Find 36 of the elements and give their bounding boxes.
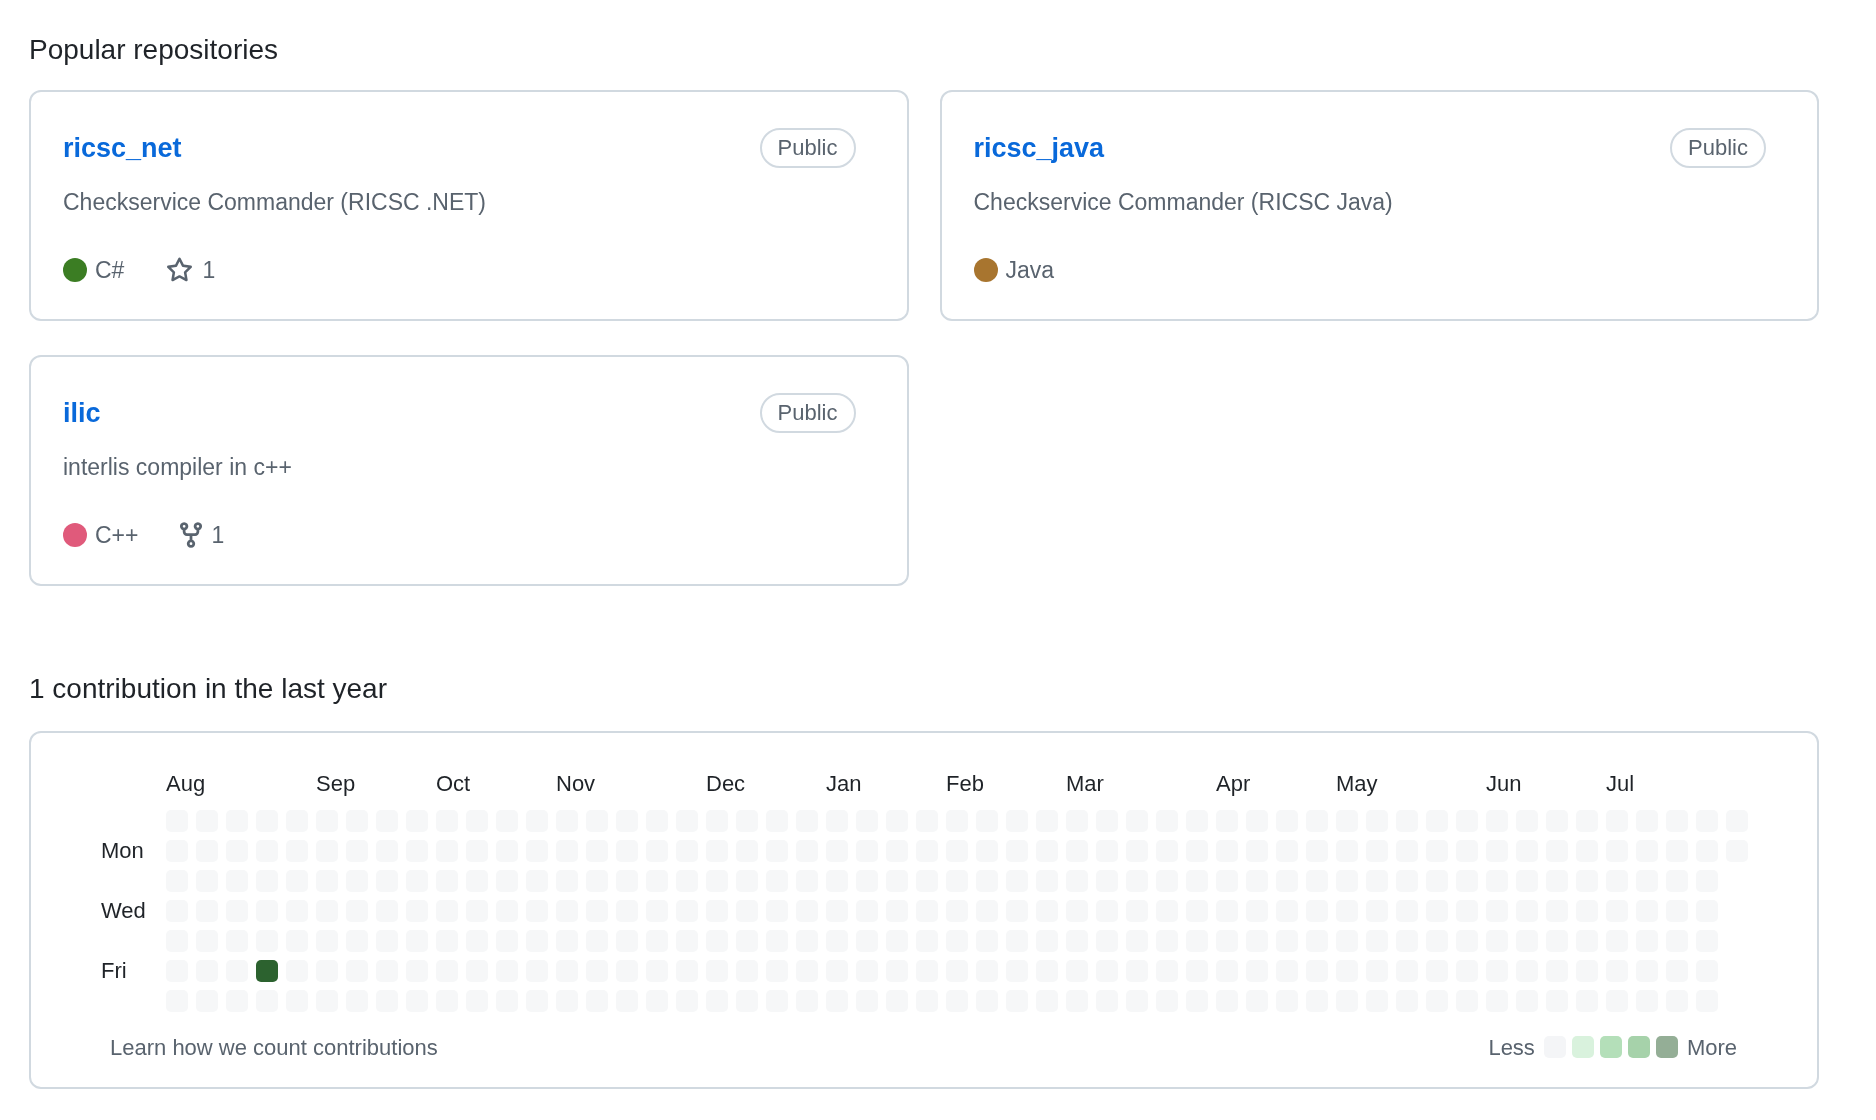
section-title: Popular repositories	[29, 33, 280, 67]
month-label: Dec	[706, 771, 746, 796]
repo-name-link[interactable]: ricsc_java	[973, 128, 1105, 168]
visibility-badge: Public	[759, 128, 856, 168]
month-label: Jan	[826, 771, 862, 796]
fork-icon	[180, 522, 203, 548]
learn-more-link[interactable]: Learn how we count contributions	[110, 1030, 438, 1064]
section-title: 1 contribution in the last year	[29, 672, 388, 706]
month-label: Sep	[316, 771, 356, 796]
repo-description: Checkservice Commander (RICSC .NET)	[63, 188, 488, 217]
repo-description: Checkservice Commander (RICSC Java)	[973, 188, 1394, 217]
repo-name-link[interactable]: ricsc_net	[63, 128, 182, 168]
star-icon	[166, 256, 194, 284]
month-label: Jul	[1606, 771, 1635, 796]
month-label: Mar	[1066, 771, 1104, 796]
repo-name-link[interactable]: ilic	[63, 393, 101, 433]
legend-more-label: More	[1686, 1033, 1737, 1062]
month-label: May	[1336, 771, 1378, 796]
legend-less-label: Less	[1488, 1033, 1535, 1062]
weekday-label: Fri	[101, 958, 127, 983]
visibility-badge: Public	[1670, 128, 1766, 168]
month-label: Aug	[166, 771, 206, 796]
weekday-label: Wed	[101, 898, 146, 923]
language-name: C++	[95, 521, 139, 550]
language-name: C#	[95, 256, 125, 285]
forks-link[interactable]: 1	[180, 519, 225, 551]
repo-description: interlis compiler in c++	[63, 453, 293, 482]
stargazers-link[interactable]: 1	[166, 254, 216, 286]
month-label: Apr	[1216, 771, 1251, 796]
month-label: Jun	[1486, 771, 1522, 796]
visibility-badge: Public	[759, 393, 856, 433]
month-label: Nov	[556, 771, 596, 796]
weekday-label: Mon	[101, 838, 144, 863]
month-label: Oct	[436, 771, 471, 796]
month-label: Feb	[946, 771, 984, 796]
language-name: Java	[1005, 256, 1055, 285]
